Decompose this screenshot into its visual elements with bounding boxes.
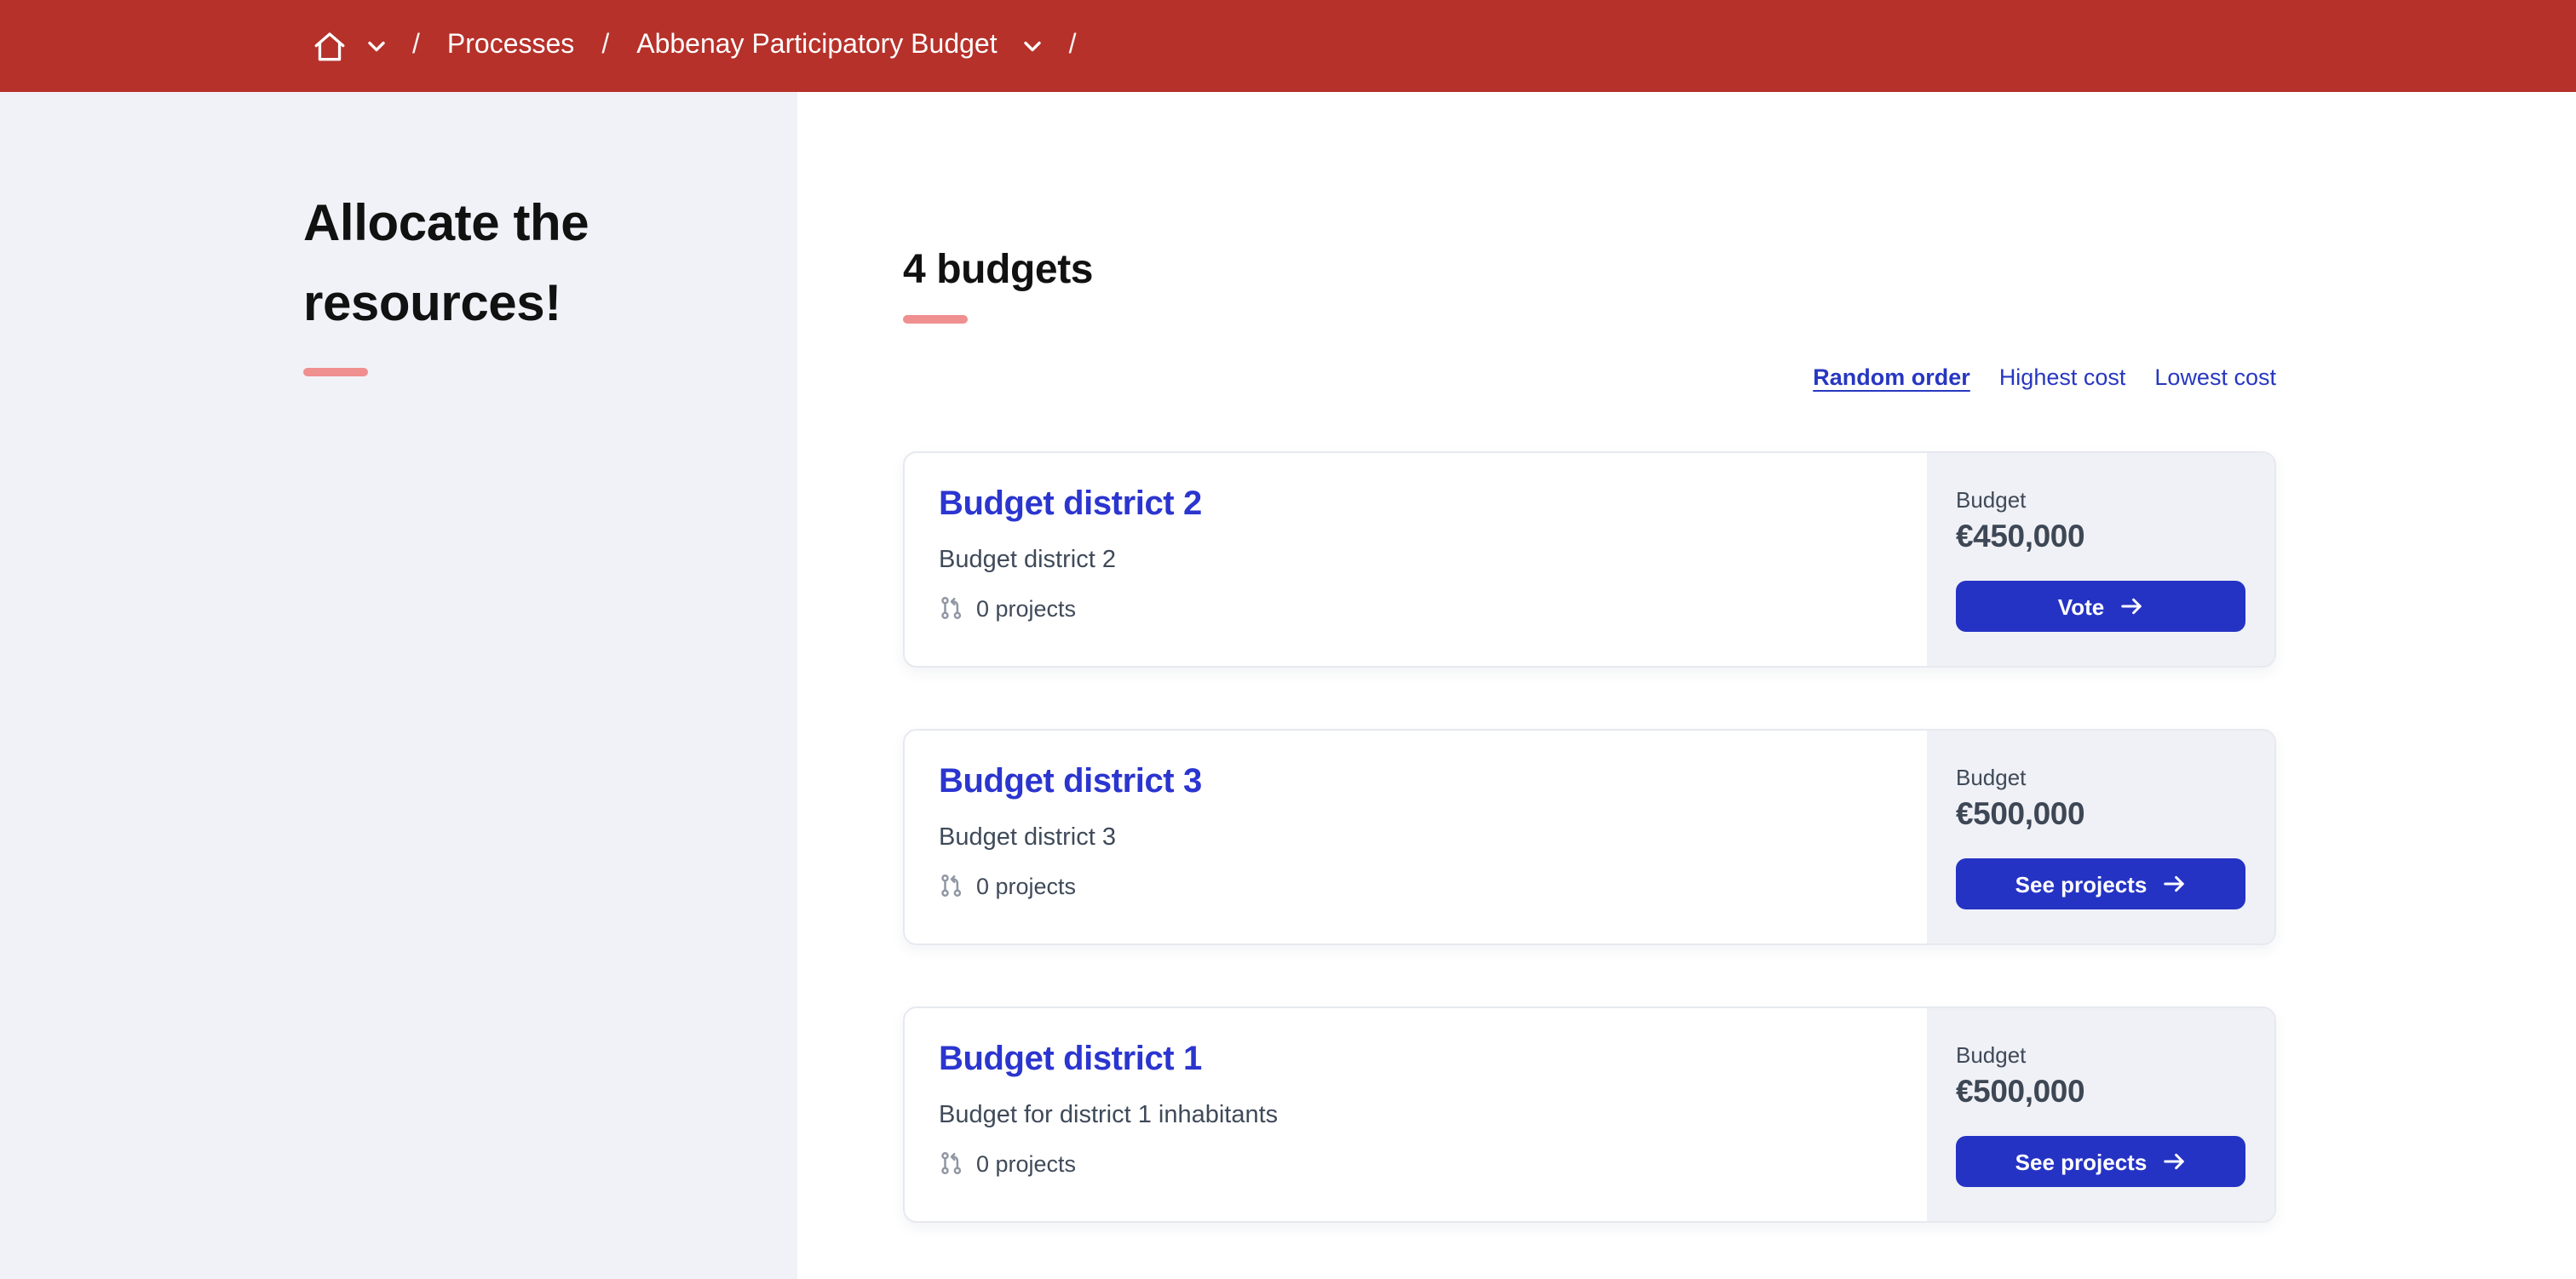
see-projects-button-label: See projects: [2015, 1149, 2148, 1174]
budget-card-subtitle: Budget for district 1 inhabitants: [939, 1102, 1279, 1129]
budget-card-title-link[interactable]: Budget district 1: [939, 1041, 1202, 1080]
page: / Processes / Abbenay Participatory Budg…: [0, 0, 2576, 1279]
breadcrumb-link-current-process[interactable]: Abbenay Participatory Budget: [636, 31, 997, 61]
see-projects-button[interactable]: See projects: [1956, 858, 2245, 909]
sort-options: Random order Highest cost Lowest cost: [903, 361, 2276, 392]
git-pull-request-icon: [939, 1150, 964, 1177]
sort-highest-cost-link[interactable]: Highest cost: [1999, 364, 2126, 389]
content-layout: Allocate the resources! 4 budgets Random…: [0, 92, 2576, 1279]
budget-card-subtitle: Budget district 3: [939, 824, 1116, 852]
budget-card-body: Budget district 2 Budget district 2 0 pr: [905, 453, 1927, 666]
budget-amount: €450,000: [1956, 518, 2085, 553]
vote-button-label: Vote: [2057, 594, 2105, 619]
projects-count-row: 0 projects: [939, 872, 1893, 899]
budget-card-body: Budget district 3 Budget district 3 0 pr: [905, 731, 1927, 943]
budget-card: Budget district 2 Budget district 2 0 pr: [903, 451, 2276, 668]
git-pull-request-icon: [939, 872, 964, 899]
budget-summary-panel: Budget €450,000 Vote: [1927, 453, 2274, 666]
budget-label: Budget: [1956, 1042, 2027, 1068]
arrow-right-icon: [2162, 1151, 2186, 1172]
chevron-down-icon[interactable]: [368, 40, 385, 52]
breadcrumb-link-processes[interactable]: Processes: [447, 31, 574, 61]
budgets-count-heading: 4 budgets: [903, 247, 1094, 293]
budget-card: Budget district 3 Budget district 3 0 pr: [903, 729, 2276, 945]
git-pull-request-icon: [939, 594, 964, 622]
main-content: 4 budgets Random order Highest cost Lowe…: [797, 92, 2576, 1279]
budget-card-title-link[interactable]: Budget district 2: [939, 485, 1202, 525]
sort-random-order-link[interactable]: Random order: [1813, 364, 1970, 389]
projects-count-label: 0 projects: [976, 1150, 1077, 1176]
breadcrumb-separator: /: [601, 31, 610, 60]
see-projects-button-label: See projects: [2015, 871, 2148, 897]
arrow-right-icon: [2162, 874, 2186, 894]
budget-label: Budget: [1956, 487, 2027, 513]
breadcrumb-separator: /: [412, 31, 420, 60]
see-projects-button[interactable]: See projects: [1956, 1136, 2245, 1187]
budget-summary-panel: Budget €500,000 See projects: [1927, 1008, 2274, 1221]
budget-amount: €500,000: [1956, 795, 2085, 831]
heading-underline-accent: [903, 315, 968, 324]
page-title: Allocate the resources!: [303, 196, 589, 332]
home-icon[interactable]: [312, 28, 348, 64]
projects-count-label: 0 projects: [976, 873, 1077, 898]
breadcrumb-separator: /: [1068, 31, 1077, 60]
vote-button[interactable]: Vote: [1956, 581, 2245, 632]
budget-card-subtitle: Budget district 2: [939, 547, 1116, 574]
projects-count-label: 0 projects: [976, 595, 1077, 621]
budget-card-body: Budget district 1 Budget for district 1 …: [905, 1008, 1927, 1221]
budget-label: Budget: [1956, 765, 2027, 790]
breadcrumb: / Processes / Abbenay Participatory Budg…: [312, 28, 1104, 64]
budget-card-list: Budget district 2 Budget district 2 0 pr: [903, 451, 2276, 1223]
budget-summary-panel: Budget €500,000 See projects: [1927, 731, 2274, 943]
projects-count-row: 0 projects: [939, 1150, 1893, 1177]
budget-card-title-link[interactable]: Budget district 3: [939, 763, 1202, 802]
sidebar: Allocate the resources!: [0, 92, 797, 1279]
title-underline-accent: [303, 368, 368, 376]
arrow-right-icon: [2119, 596, 2143, 617]
budget-card: Budget district 1 Budget for district 1 …: [903, 1007, 2276, 1223]
top-navigation-bar: / Processes / Abbenay Participatory Budg…: [0, 0, 2576, 92]
chevron-down-icon[interactable]: [1024, 40, 1042, 52]
budget-amount: €500,000: [1956, 1073, 2085, 1109]
projects-count-row: 0 projects: [939, 594, 1893, 622]
sort-lowest-cost-link[interactable]: Lowest cost: [2154, 364, 2276, 389]
